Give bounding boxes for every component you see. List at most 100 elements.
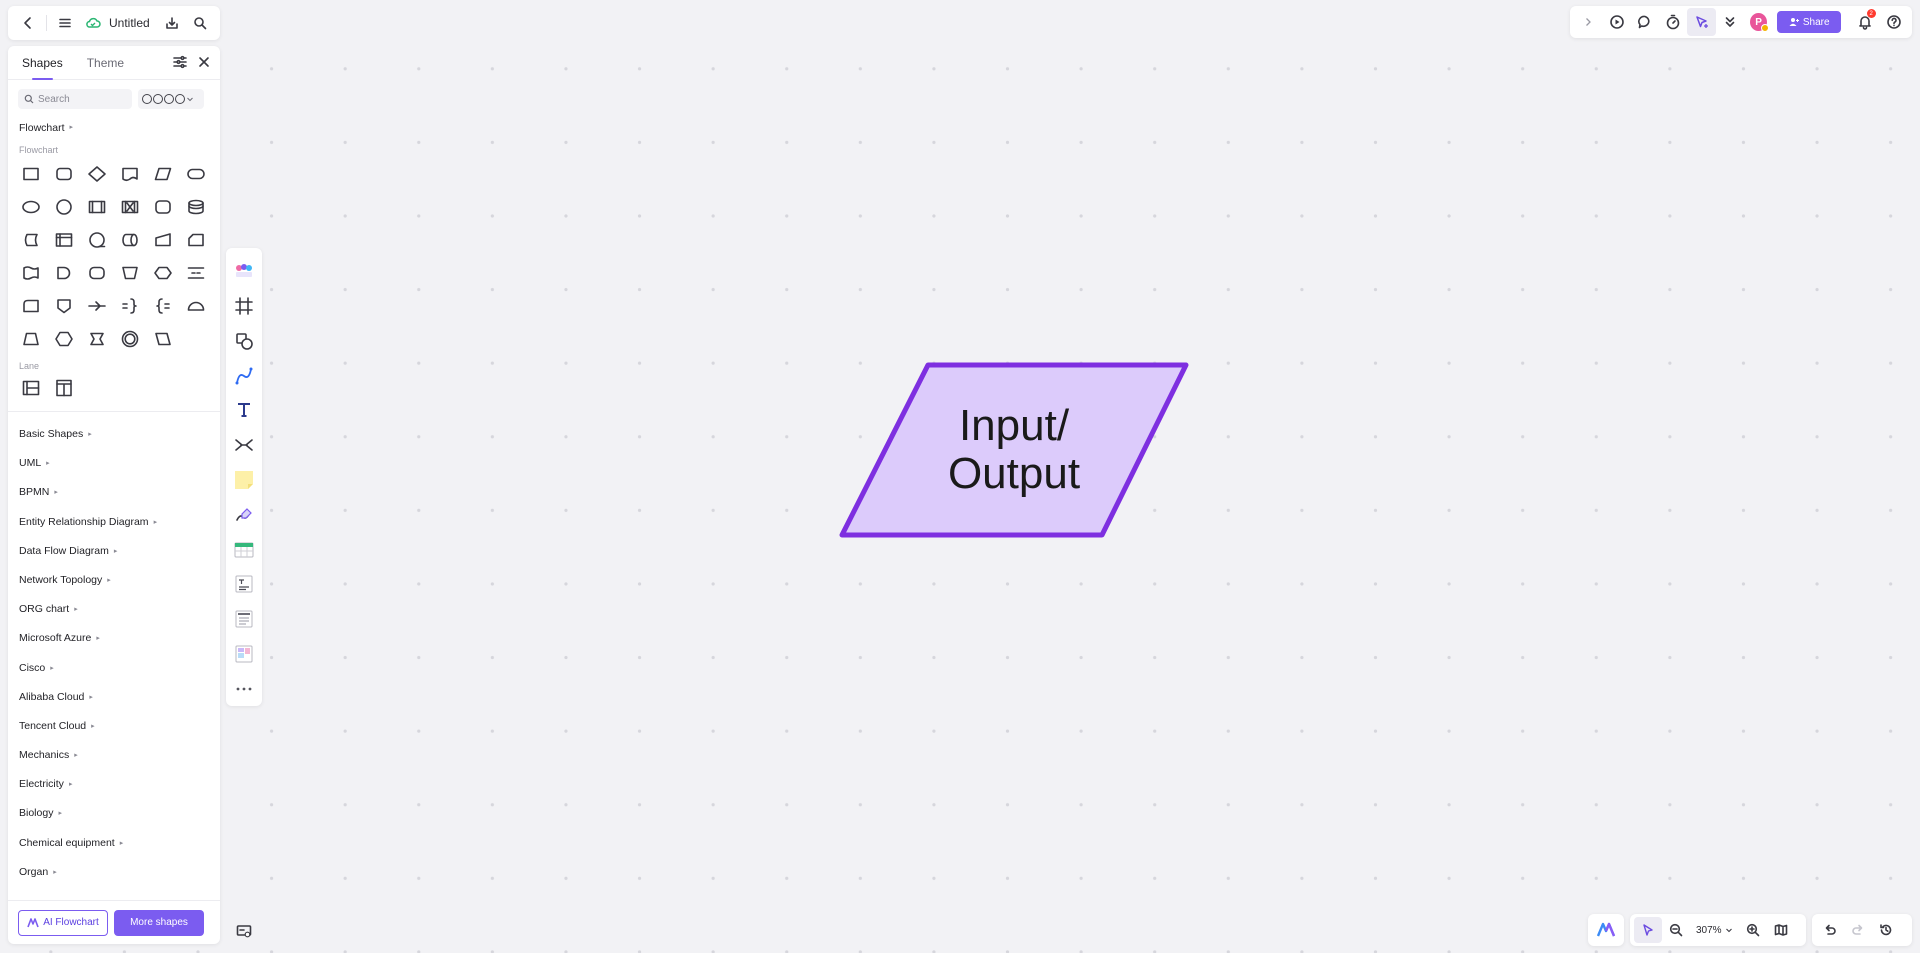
undo-button[interactable] — [1816, 917, 1844, 943]
more-shapes-button[interactable]: More shapes — [114, 909, 204, 936]
category-mechanics[interactable]: Mechanics ▸ — [8, 741, 220, 770]
zoom-level-dropdown[interactable]: 307% — [1690, 925, 1739, 936]
category-data-flow-diagram[interactable]: Data Flow Diagram ▸ — [8, 537, 220, 566]
merge-arrow-shape[interactable] — [80, 289, 113, 322]
manual-input-shape[interactable] — [146, 223, 179, 256]
ai-flowchart-button[interactable]: AI Flowchart — [18, 909, 108, 936]
double-circle-shape[interactable] — [113, 322, 146, 355]
canvas-settings-button[interactable] — [232, 920, 256, 942]
minimap-button[interactable] — [1767, 917, 1795, 943]
category-bpmn[interactable]: BPMN ▸ — [8, 478, 220, 507]
hexagon-shape[interactable] — [47, 322, 80, 355]
sequential-data-shape[interactable] — [80, 223, 113, 256]
display-shape[interactable] — [14, 289, 47, 322]
zoom-in-button[interactable] — [1739, 917, 1767, 943]
document-shape[interactable] — [113, 157, 146, 190]
list-tool[interactable] — [230, 602, 258, 637]
redo-button[interactable] — [1844, 917, 1872, 943]
category-electricity[interactable]: Electricity ▸ — [8, 770, 220, 799]
notifications-button[interactable]: 2 — [1851, 8, 1879, 36]
connector-tool[interactable] — [230, 358, 258, 393]
shape-tool[interactable] — [230, 324, 258, 359]
parallel-mode-shape[interactable] — [113, 190, 146, 223]
timer-button[interactable] — [1659, 8, 1687, 36]
category-flowchart[interactable]: Flowchart ▸ — [8, 121, 220, 135]
present-button[interactable] — [1602, 8, 1630, 36]
category-chemical-equipment[interactable]: Chemical equipment ▸ — [8, 829, 220, 858]
tab-theme[interactable]: Theme — [87, 46, 124, 80]
text-block-tool[interactable] — [230, 567, 258, 602]
decision-shape[interactable] — [80, 157, 113, 190]
main-menu-button[interactable] — [51, 9, 79, 37]
share-button[interactable]: Share — [1777, 11, 1842, 33]
table-tool[interactable] — [230, 532, 258, 567]
card-shape[interactable] — [179, 223, 212, 256]
predefined-process-shape[interactable] — [80, 190, 113, 223]
preparation-shape[interactable] — [146, 256, 179, 289]
mind-map-tool[interactable] — [230, 428, 258, 463]
trapezoid-shape[interactable] — [14, 322, 47, 355]
direct-data-shape[interactable] — [113, 223, 146, 256]
horizontal-lane-shape[interactable] — [14, 373, 47, 403]
database-shape[interactable] — [179, 190, 212, 223]
back-button[interactable] — [14, 9, 42, 37]
delay-shape[interactable] — [47, 256, 80, 289]
manual-operation-shape[interactable] — [113, 256, 146, 289]
off-page-connector-shape[interactable] — [47, 289, 80, 322]
document-title[interactable]: Untitled — [109, 16, 150, 30]
collate-shape[interactable] — [80, 322, 113, 355]
rounded-process-shape[interactable] — [146, 190, 179, 223]
shape-search-input[interactable] — [38, 93, 126, 105]
more-tools-button[interactable] — [230, 671, 258, 706]
category-microsoft-azure[interactable]: Microsoft Azure ▸ — [8, 624, 220, 653]
semicircle-shape[interactable] — [179, 289, 212, 322]
punched-tape-shape[interactable] — [14, 256, 47, 289]
left-brace-shape[interactable] — [146, 289, 179, 322]
shape-style-picker[interactable] — [138, 89, 204, 109]
skewed-shape[interactable] — [146, 322, 179, 355]
expand-toolbar-button[interactable] — [1574, 8, 1602, 36]
select-tool-button[interactable] — [1634, 917, 1662, 943]
ellipse-shape[interactable] — [14, 190, 47, 223]
data-shape[interactable] — [146, 157, 179, 190]
tab-shapes[interactable]: Shapes — [22, 46, 63, 80]
loop-limit-shape[interactable] — [80, 256, 113, 289]
sticky-note-tool[interactable] — [230, 463, 258, 498]
help-button[interactable] — [1880, 8, 1908, 36]
text-tool[interactable] — [230, 393, 258, 428]
category-biology[interactable]: Biology ▸ — [8, 799, 220, 828]
right-brace-shape[interactable] — [113, 289, 146, 322]
category-org-chart[interactable]: ORG chart ▸ — [8, 595, 220, 624]
alternate-process-shape[interactable] — [47, 157, 80, 190]
search-button[interactable] — [186, 9, 214, 37]
category-network-topology[interactable]: Network Topology ▸ — [8, 566, 220, 595]
templates-tool[interactable] — [230, 254, 258, 289]
connector-shape[interactable] — [47, 190, 80, 223]
pen-tool[interactable] — [230, 497, 258, 532]
download-button[interactable] — [158, 9, 186, 37]
category-entity-relationship-diagram[interactable]: Entity Relationship Diagram ▸ — [8, 508, 220, 537]
ai-assistant-button[interactable] — [1592, 917, 1620, 943]
process-shape[interactable] — [14, 157, 47, 190]
terminator-shape[interactable] — [179, 157, 212, 190]
comment-button[interactable] — [1631, 8, 1659, 36]
annotation-shape[interactable] — [179, 256, 212, 289]
category-basic-shapes[interactable]: Basic Shapes ▸ — [8, 420, 220, 449]
category-organ[interactable]: Organ ▸ — [8, 858, 220, 887]
user-avatar[interactable]: P — [1750, 13, 1770, 32]
category-tencent-cloud[interactable]: Tencent Cloud ▸ — [8, 712, 220, 741]
canvas-parallelogram-shape[interactable]: Input/ Output — [838, 361, 1190, 539]
stored-data-shape[interactable] — [14, 223, 47, 256]
version-history-button[interactable] — [1872, 917, 1900, 943]
collapse-more-button[interactable] — [1716, 8, 1744, 36]
category-alibaba-cloud[interactable]: Alibaba Cloud ▸ — [8, 683, 220, 712]
cursor-follow-button[interactable] — [1687, 8, 1716, 36]
close-panel-button[interactable] — [196, 54, 212, 70]
zoom-out-button[interactable] — [1662, 917, 1690, 943]
category-uml[interactable]: UML ▸ — [8, 449, 220, 478]
internal-storage-shape[interactable] — [47, 223, 80, 256]
vertical-lane-shape[interactable] — [47, 373, 80, 403]
manage-libraries-button[interactable] — [172, 54, 188, 70]
frame-tool[interactable] — [230, 289, 258, 324]
kanban-tool[interactable] — [230, 636, 258, 671]
